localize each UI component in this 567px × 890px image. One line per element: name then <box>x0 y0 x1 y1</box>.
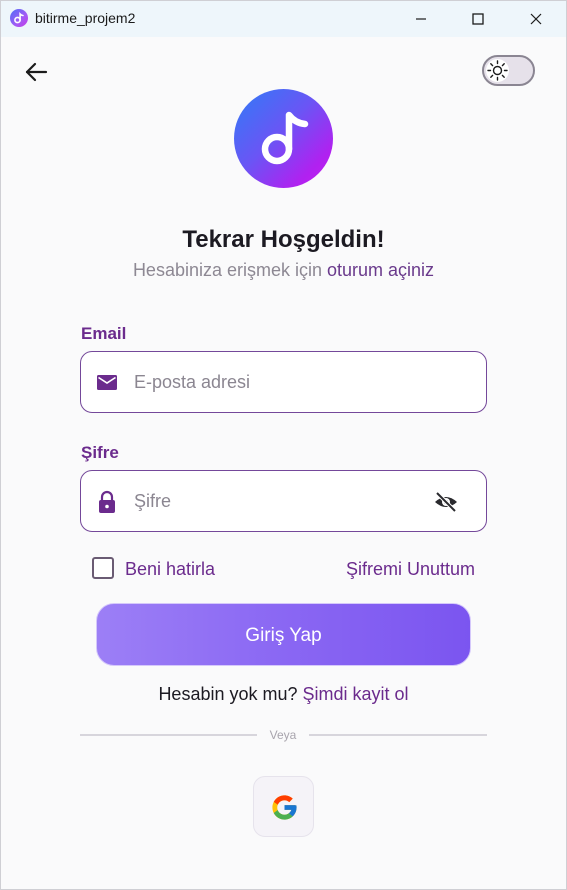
signup-prompt: Hesabin yok mu? Şimdi kayit ol <box>1 684 566 705</box>
close-icon <box>530 13 542 25</box>
forgot-password-link[interactable]: Şifremi Unuttum <box>346 559 475 580</box>
email-placeholder: E-posta adresi <box>134 372 251 392</box>
mail-icon <box>97 375 117 390</box>
divider-text: Veya <box>269 728 297 742</box>
subtitle-text: Hesabiniza erişmek için <box>132 260 328 280</box>
password-field[interactable]: Şifre <box>80 470 487 532</box>
page-subtitle: Hesabiniza erişmek için oturum açiniz <box>1 260 566 281</box>
google-icon <box>272 795 297 820</box>
login-button-label: Giriş Yap <box>245 625 322 646</box>
arrow-left-icon <box>25 62 48 82</box>
sun-icon <box>487 60 508 81</box>
title-bar: bitirme_projem2 <box>1 1 566 37</box>
music-note-icon <box>261 111 309 165</box>
signup-link[interactable]: Şimdi kayit ol <box>303 684 409 704</box>
divider-right <box>309 734 487 736</box>
email-label: Email <box>81 324 127 343</box>
app-window: bitirme_projem2 Tekrar Hoşgeldin! Hesabi… <box>0 0 567 890</box>
remember-me-checkbox[interactable] <box>92 557 114 579</box>
email-field[interactable]: E-posta adresi <box>80 351 487 413</box>
signup-text: Hesabin yok mu? <box>158 684 303 704</box>
close-button[interactable] <box>507 1 565 37</box>
password-label: Şifre <box>81 443 119 462</box>
window-title: bitirme_projem2 <box>35 10 136 26</box>
subtitle-accent: oturum açiniz <box>327 260 435 280</box>
app-logo <box>234 89 333 188</box>
back-button[interactable] <box>23 59 49 85</box>
divider-left <box>80 734 257 736</box>
maximize-icon <box>472 13 484 25</box>
minimize-icon <box>416 18 426 20</box>
theme-toggle-knob <box>486 59 509 82</box>
theme-toggle[interactable] <box>482 55 535 86</box>
google-sign-in-button[interactable] <box>253 776 314 837</box>
remember-me-label[interactable]: Beni hatirla <box>125 559 215 580</box>
page-title: Tekrar Hoşgeldin! <box>182 226 385 253</box>
login-button[interactable]: Giriş Yap <box>96 603 471 666</box>
lock-icon <box>99 490 115 513</box>
eye-off-icon[interactable] <box>433 489 459 515</box>
password-placeholder: Şifre <box>134 491 172 511</box>
maximize-button[interactable] <box>449 1 507 37</box>
app-icon <box>10 9 28 27</box>
minimize-button[interactable] <box>392 1 450 37</box>
